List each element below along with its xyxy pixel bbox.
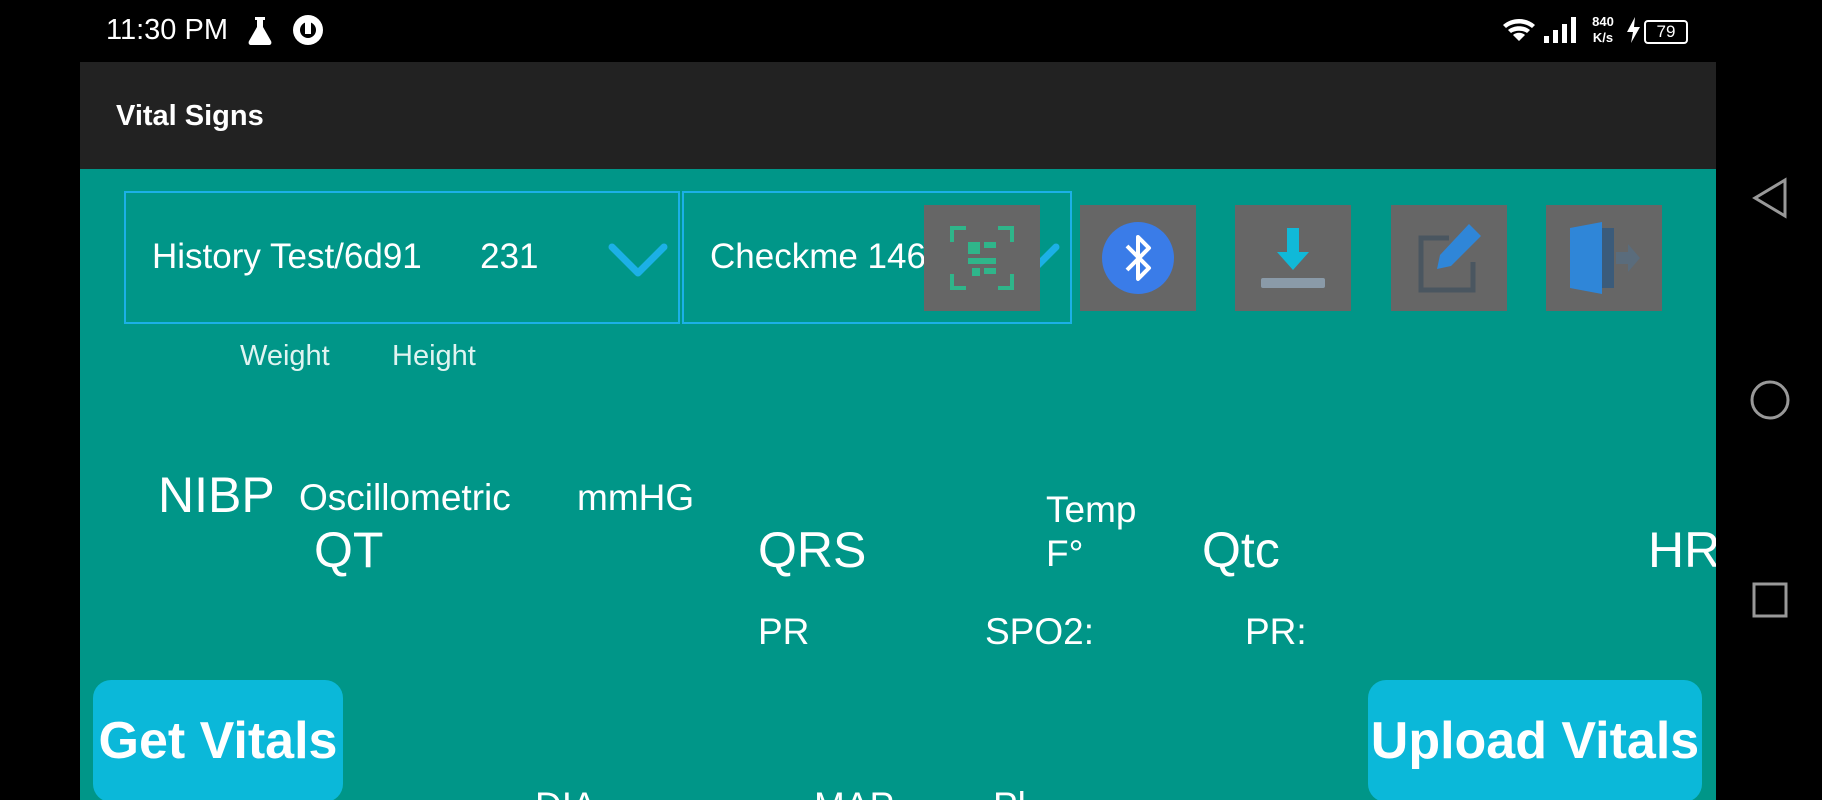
hr-label: HR xyxy=(1648,522,1716,578)
page-title: Vital Signs xyxy=(116,100,264,132)
network-speed: 840 K/s xyxy=(1592,14,1614,45)
upload-vitals-button[interactable]: Upload Vitals xyxy=(1368,680,1702,800)
download-icon xyxy=(1261,228,1325,288)
qrs-label: QRS xyxy=(758,522,867,578)
qt-label: QT xyxy=(314,522,384,578)
dia-label: DIA xyxy=(535,785,597,800)
home-icon[interactable] xyxy=(1749,379,1791,421)
charging-icon xyxy=(1624,14,1642,46)
device-selected-value: Checkme 1467 xyxy=(710,237,946,276)
patient-dropdown[interactable]: History Test/6d91 231 xyxy=(124,191,680,324)
pr-label: PR xyxy=(758,611,810,652)
height-label: Height xyxy=(392,340,476,372)
flask-icon xyxy=(244,14,276,46)
oscillometric-label: Oscillometric xyxy=(299,477,511,518)
vitals-panel: History Test/6d91 231 Checkme 1467 Weigh… xyxy=(80,169,1716,800)
status-bar: 11:30 PM 840 K/s 79 xyxy=(0,0,1822,62)
bluetooth-icon xyxy=(1102,222,1174,294)
pl-label: Pl xyxy=(993,785,1026,800)
edit-button[interactable] xyxy=(1391,205,1507,311)
chevron-down-icon xyxy=(608,243,668,277)
logout-button[interactable] xyxy=(1546,205,1662,311)
system-navigation-bar xyxy=(1716,62,1822,800)
signal-icon xyxy=(1542,14,1578,46)
qr-scan-button[interactable] xyxy=(924,205,1040,311)
nibp-label: NIBP xyxy=(158,467,275,523)
edit-icon xyxy=(1418,224,1481,293)
logout-icon xyxy=(1570,222,1640,294)
temp-label: Temp xyxy=(1046,489,1137,530)
back-icon[interactable] xyxy=(1749,177,1791,219)
weight-label: Weight xyxy=(240,340,330,372)
qr-scan-icon xyxy=(950,226,1014,290)
wifi-icon xyxy=(1500,14,1538,46)
mmhg-label: mmHG xyxy=(577,477,695,518)
status-time: 11:30 PM xyxy=(106,14,228,46)
temp-unit-label: F° xyxy=(1046,533,1084,574)
qtc-label: Qtc xyxy=(1202,522,1280,578)
download-button[interactable] xyxy=(1235,205,1351,311)
app-notification-icon xyxy=(292,14,324,46)
battery-icon: 79 xyxy=(1644,20,1688,44)
spo2-label: SPO2: xyxy=(985,611,1094,652)
map-label: MAP xyxy=(814,785,894,800)
pulse-rate-label: PR: xyxy=(1245,611,1307,652)
get-vitals-button[interactable]: Get Vitals xyxy=(93,680,343,800)
recents-icon[interactable] xyxy=(1749,579,1791,621)
battery-level: 79 xyxy=(1656,22,1676,41)
app-bar: Vital Signs xyxy=(80,62,1716,169)
patient-selected-value: History Test/6d91 231 xyxy=(152,237,539,276)
bluetooth-button[interactable] xyxy=(1080,205,1196,311)
